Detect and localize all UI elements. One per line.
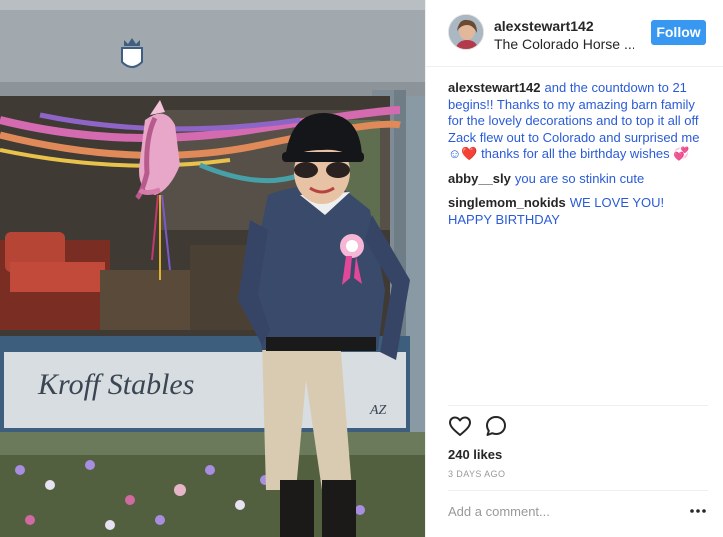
post-photo[interactable]: Kroff Stables AZ (0, 0, 425, 537)
follow-button[interactable]: Follow (651, 20, 706, 45)
post-location[interactable]: The Colorado Horse ... (494, 36, 634, 52)
post-sidebar: alexstewart142 The Colorado Horse ... Fo… (425, 0, 723, 537)
sign-suffix: AZ (369, 403, 387, 418)
actions-divider (448, 405, 708, 406)
sign-text: Kroff Stables (37, 368, 194, 401)
crest-icon (121, 38, 143, 68)
comment-item: abby__sly you are so stinkin cute (448, 171, 710, 188)
comment-username[interactable]: abby__sly (448, 171, 511, 186)
avatar[interactable] (448, 14, 484, 50)
caption-comment: alexstewart142 and the countdown to 21 be… (448, 80, 710, 163)
header-divider (426, 66, 723, 67)
speech-bubble-icon[interactable] (484, 414, 508, 438)
comment-username[interactable]: singlemom_nokids (448, 195, 566, 210)
post-timestamp: 3 DAYS AGO (448, 469, 506, 479)
ellipsis-icon[interactable] (688, 501, 708, 521)
post-username[interactable]: alexstewart142 (494, 18, 594, 34)
add-comment-input[interactable] (448, 500, 678, 522)
heart-icon[interactable] (448, 414, 472, 438)
avatar-image (449, 15, 483, 49)
comment-list: alexstewart142 and the countdown to 21 be… (448, 80, 710, 230)
likes-count[interactable]: 240 likes (448, 447, 502, 462)
comment-item: singlemom_nokids WE LOVE YOU! HAPPY BIRTH… (448, 195, 710, 228)
comment-username[interactable]: alexstewart142 (448, 80, 541, 95)
comment-divider (448, 490, 708, 491)
post-photo-illustration: Kroff Stables AZ (0, 0, 425, 537)
post-header: alexstewart142 The Colorado Horse ... Fo… (426, 0, 723, 66)
comment-text: you are so stinkin cute (514, 170, 645, 186)
